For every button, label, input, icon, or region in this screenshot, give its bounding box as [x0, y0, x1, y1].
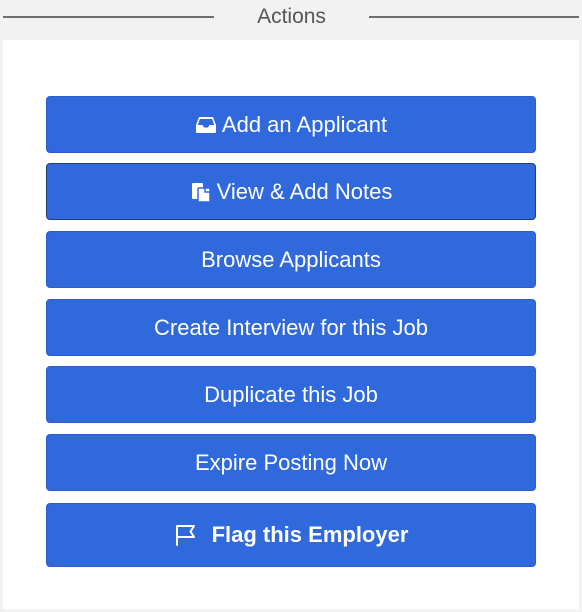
- add-applicant-button[interactable]: Add an Applicant: [46, 96, 536, 153]
- expire-posting-button[interactable]: Expire Posting Now: [46, 434, 536, 491]
- browse-applicants-button[interactable]: Browse Applicants: [46, 231, 536, 288]
- header-divider-right: [369, 16, 579, 18]
- create-interview-button[interactable]: Create Interview for this Job: [46, 299, 536, 356]
- duplicate-job-label: Duplicate this Job: [204, 381, 378, 407]
- view-add-notes-label: View & Add Notes: [216, 178, 393, 204]
- browse-applicants-label: Browse Applicants: [201, 246, 381, 272]
- expire-posting-label: Expire Posting Now: [195, 449, 387, 475]
- actions-header: Actions: [3, 0, 579, 40]
- actions-panel: Actions Add an Applicant View & Add Note…: [0, 0, 582, 612]
- duplicate-job-button[interactable]: Duplicate this Job: [46, 366, 536, 423]
- flag-employer-label: Flag this Employer: [211, 522, 409, 547]
- flag-employer-button[interactable]: Flag this Employer: [46, 503, 536, 567]
- header-divider-left: [3, 16, 214, 18]
- flag-icon: [174, 523, 198, 547]
- add-applicant-label: Add an Applicant: [221, 111, 388, 137]
- inbox-icon: [195, 116, 217, 134]
- actions-title: Actions: [257, 5, 326, 28]
- view-add-notes-button[interactable]: View & Add Notes: [46, 163, 536, 220]
- create-interview-label: Create Interview for this Job: [154, 314, 428, 340]
- notes-icon: [190, 181, 212, 203]
